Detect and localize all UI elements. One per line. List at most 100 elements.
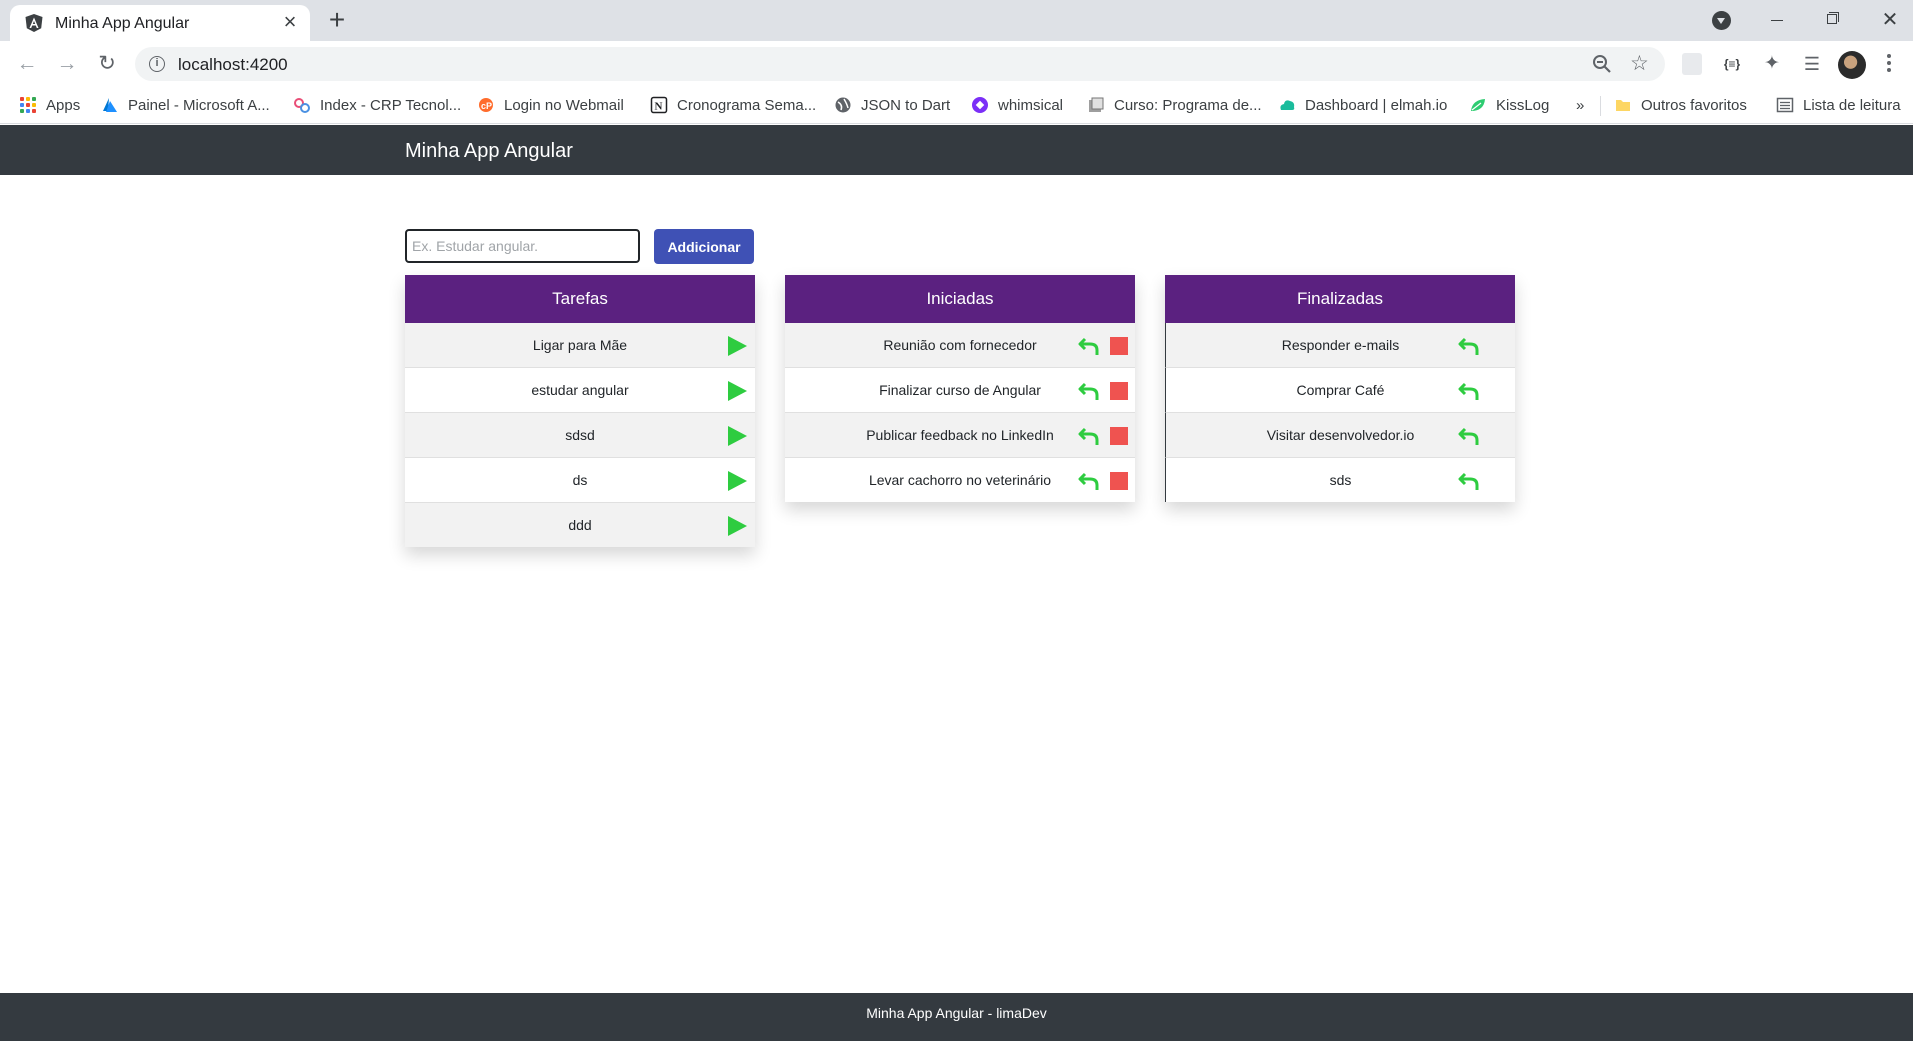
bookmark-elmah[interactable]: Dashboard | elmah.io — [1278, 94, 1447, 116]
add-task-button[interactable]: Addicionar — [654, 229, 754, 264]
task-text: Levar cachorro no veterinário — [868, 472, 1052, 488]
overflow-chevron-icon: » — [1576, 96, 1585, 114]
tab-title: Minha App Angular — [55, 15, 190, 32]
bookmark-label: Outros favoritos — [1641, 96, 1747, 114]
undo-arrow-icon[interactable] — [1458, 425, 1480, 447]
notion-icon: N — [650, 96, 668, 114]
undo-arrow-icon[interactable] — [1078, 425, 1100, 447]
task-text: sdsd — [565, 427, 595, 443]
undo-arrow-icon[interactable] — [1078, 380, 1100, 402]
bookmarks-bar: Apps Painel - Microsoft A... Index - CRP… — [0, 87, 1913, 124]
site-info-icon[interactable]: i — [149, 56, 165, 72]
task-row: Levar cachorro no veterinário — [785, 458, 1135, 502]
extension-icon[interactable] — [1682, 53, 1702, 75]
zoom-out-icon[interactable] — [1590, 52, 1614, 76]
app-title: Minha App Angular — [405, 140, 573, 162]
minimize-button[interactable] — [1754, 2, 1800, 38]
task-row: Responder e-mails — [1165, 323, 1515, 368]
bookmark-star-icon[interactable]: ☆ — [1630, 51, 1649, 76]
task-text: Publicar feedback no LinkedIn — [866, 427, 1054, 443]
start-play-icon[interactable] — [728, 426, 747, 446]
svg-text:cP: cP — [481, 101, 492, 111]
task-row: ds — [405, 458, 755, 503]
bookmark-label: Lista de leitura — [1803, 96, 1901, 114]
restore-button[interactable] — [1809, 2, 1855, 38]
undo-arrow-icon[interactable] — [1078, 335, 1100, 357]
task-text: Responder e-mails — [1281, 337, 1400, 353]
bookmark-label: KissLog — [1496, 96, 1550, 114]
browser-tab[interactable]: Minha App Angular × — [10, 5, 310, 41]
browser-toolbar: ← → ↻ i localhost:4200 ☆ {≡} ✦ ☰ — [0, 41, 1913, 87]
address-url[interactable]: localhost:4200 — [178, 55, 288, 75]
task-row: Publicar feedback no LinkedIn — [785, 413, 1135, 458]
bookmark-apps[interactable]: Apps — [19, 94, 80, 116]
folder-icon — [1616, 100, 1630, 111]
bookmark-azure[interactable]: Painel - Microsoft A... — [101, 94, 270, 116]
undo-arrow-icon[interactable] — [1458, 335, 1480, 357]
kebab-menu-icon[interactable] — [1884, 51, 1894, 77]
bookmark-curso[interactable]: Curso: Programa de... — [1087, 94, 1262, 116]
column-iniciadas: Iniciadas Reunião com fornecedor Finaliz… — [785, 275, 1135, 502]
task-row: sdsd — [405, 413, 755, 458]
task-text: sds — [1329, 472, 1352, 488]
bookmark-cronograma[interactable]: N Cronograma Sema... — [650, 94, 816, 116]
undo-arrow-icon[interactable] — [1078, 470, 1100, 492]
task-row: ddd — [405, 503, 755, 547]
bookmark-label: whimsical — [998, 96, 1064, 114]
close-window-button[interactable]: ✕ — [1867, 2, 1913, 38]
start-play-icon[interactable] — [728, 516, 747, 536]
task-row: estudar angular — [405, 368, 755, 413]
undo-arrow-icon[interactable] — [1458, 380, 1480, 402]
task-row: Visitar desenvolvedor.io — [1165, 413, 1515, 458]
task-row: Finalizar curso de Angular — [785, 368, 1135, 413]
new-task-input[interactable] — [405, 229, 640, 263]
kisslog-icon — [1471, 99, 1485, 111]
cpanel-icon: cP — [479, 98, 493, 112]
start-play-icon[interactable] — [728, 471, 747, 491]
bookmark-other-folder[interactable]: Outros favoritos — [1614, 94, 1747, 116]
extensions-puzzle-icon[interactable]: ✦ — [1760, 53, 1784, 75]
stop-square-icon[interactable] — [1110, 382, 1128, 400]
stop-square-icon[interactable] — [1110, 337, 1128, 355]
task-text: Finalizar curso de Angular — [879, 382, 1041, 398]
bookmark-json-to-dart[interactable]: JSON to Dart — [834, 94, 950, 116]
task-text: Visitar desenvolvedor.io — [1266, 427, 1415, 443]
bookmarks-divider — [1600, 96, 1601, 116]
json-viewer-icon[interactable]: {≡} — [1720, 53, 1744, 75]
bookmark-label: Cronograma Sema... — [677, 96, 817, 114]
reading-list-button[interactable]: Lista de leitura — [1776, 94, 1901, 116]
reading-list-icon — [1776, 97, 1794, 113]
reload-icon[interactable]: ↻ — [91, 48, 123, 80]
azure-icon — [103, 98, 117, 112]
column-header: Finalizadas — [1165, 275, 1515, 323]
bookmarks-overflow-button[interactable]: » — [1576, 94, 1584, 116]
task-text: estudar angular — [531, 382, 629, 398]
bookmark-kisslog[interactable]: KissLog — [1469, 94, 1549, 116]
angular-logo-icon — [25, 14, 43, 32]
back-arrow-icon[interactable]: ← — [11, 48, 43, 80]
media-queue-icon[interactable]: ☰ — [1800, 53, 1824, 75]
profile-avatar[interactable] — [1838, 51, 1866, 79]
task-text: ds — [572, 472, 588, 488]
bookmark-whimsical[interactable]: whimsical — [971, 94, 1063, 116]
app-header: Minha App Angular — [0, 125, 1913, 175]
stop-square-icon[interactable] — [1110, 427, 1128, 445]
stop-square-icon[interactable] — [1110, 472, 1128, 490]
undo-arrow-icon[interactable] — [1458, 470, 1480, 492]
column-header: Iniciadas — [785, 275, 1135, 323]
bookmark-crp[interactable]: Index - CRP Tecnol... — [293, 94, 461, 116]
forward-arrow-icon[interactable]: → — [51, 48, 83, 80]
tab-close-icon[interactable]: × — [276, 9, 304, 37]
bookmark-webmail[interactable]: cP Login no Webmail — [477, 94, 624, 116]
address-bar[interactable]: i localhost:4200 ☆ — [135, 47, 1665, 81]
new-tab-button[interactable]: + — [322, 6, 352, 36]
elmah-icon — [1280, 100, 1295, 110]
column-tarefas: Tarefas Ligar para Mãe estudar angular s… — [405, 275, 755, 547]
start-play-icon[interactable] — [728, 381, 747, 401]
start-play-icon[interactable] — [728, 336, 747, 356]
bookmark-label: Login no Webmail — [504, 96, 624, 114]
globe-icon — [835, 97, 851, 113]
task-text: Ligar para Mãe — [532, 337, 628, 353]
tab-search-icon[interactable] — [1712, 11, 1731, 30]
svg-text:N: N — [655, 101, 663, 113]
